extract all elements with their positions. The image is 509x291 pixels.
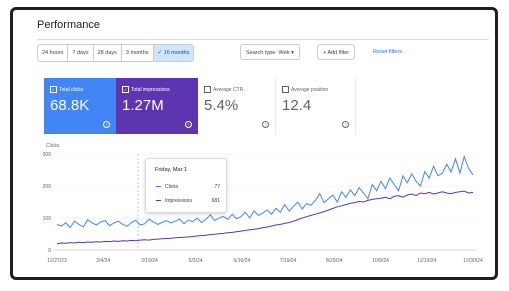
range-3-months[interactable]: 3 months [122, 45, 154, 61]
x-tick-label: 2/4/24 [96, 258, 110, 264]
x-tick-label: 5/3/24 [189, 258, 203, 264]
metric-value: 68.8K [50, 97, 90, 114]
series-line-clicks [56, 154, 474, 229]
x-tick-label: 8/29/24 [326, 258, 343, 264]
range-16-months[interactable]: ✓ 16 months [153, 45, 194, 61]
search-type-dropdown[interactable]: Search type: Web ▾ [240, 44, 300, 60]
checkbox-unchecked-icon [204, 86, 211, 93]
metric-label: Average CTR [213, 86, 244, 93]
x-tick-label: 6/16/24 [234, 258, 251, 264]
metric-value: 5.4% [204, 97, 239, 114]
performance-chart[interactable]: Clicks 300 200 100 0 12/27/23 2/4/24 3/19/24 5/3… [13, 136, 495, 276]
tooltip-date: Friday, Mar 1 [155, 167, 187, 173]
metric-value: 1.27M [122, 97, 164, 114]
tooltip-clicks-label: Clicks [165, 184, 179, 190]
metric-card-total-impressions[interactable]: ✓ Total impressions 1.27M ? [116, 78, 198, 134]
metric-label-row: ✓ Total clicks [50, 86, 83, 93]
y-tick-label: 100 [43, 216, 52, 222]
help-icon[interactable]: ? [185, 121, 192, 128]
range-24-hours[interactable]: 24 hours [38, 45, 69, 61]
clicks-legend-icon [156, 186, 161, 188]
metric-card-average-position[interactable]: Average position 12.4 ? [276, 78, 356, 134]
x-tick-label: 3/19/24 [141, 258, 158, 264]
y-tick-label: 0 [48, 248, 51, 254]
x-tick-label: 10/9/24 [372, 258, 389, 264]
checkbox-checked-icon: ✓ [122, 86, 129, 93]
range-16-months-label: 16 months [163, 50, 190, 56]
tooltip-clicks-value: 77 [214, 184, 220, 190]
add-filter-button[interactable]: + Add filter [317, 44, 356, 60]
range-28-days[interactable]: 28 days [94, 45, 122, 61]
tooltip-impressions-value: 681 [211, 198, 220, 204]
reset-filters-link[interactable]: Reset filters [373, 44, 402, 60]
chart-tooltip: Friday, Mar 1 Clicks 77 Impressions 681 [145, 158, 227, 213]
date-range-selector: 24 hours 7 days 28 days 3 months ✓ 16 mo… [37, 44, 195, 62]
impressions-legend-icon [156, 200, 161, 202]
screenshot-frame: Performance 24 hours 7 days 28 days 3 mo… [10, 7, 498, 280]
x-tick-label: 12/30/24 [463, 258, 483, 264]
series-line-impressions [56, 190, 474, 245]
x-tick-label: 12/27/23 [47, 258, 67, 264]
metric-label: Average position [291, 86, 329, 93]
x-tick-label: 11/19/24 [417, 258, 436, 264]
help-icon[interactable]: ? [342, 121, 349, 128]
page-title: Performance [37, 19, 100, 31]
header-divider [37, 39, 489, 40]
y-tick-label: 200 [43, 184, 52, 190]
metric-label: Total clicks [59, 86, 84, 93]
dropdown-arrow-icon: ▾ [291, 50, 294, 56]
metric-card-total-clicks[interactable]: ✓ Total clicks 68.8K ? [44, 78, 116, 134]
checkbox-checked-icon: ✓ [50, 86, 57, 93]
performance-panel: Performance 24 hours 7 days 28 days 3 mo… [13, 10, 495, 277]
x-tick-label: 7/19/24 [280, 258, 297, 264]
tooltip-row-impressions: Impressions 681 [156, 198, 220, 204]
metric-label-row: ✓ Total impressions [122, 86, 170, 93]
metric-label-row: Average CTR [204, 86, 243, 93]
help-icon[interactable]: ? [262, 121, 269, 128]
y-tick-label: 300 [43, 152, 52, 158]
tooltip-impressions-label: Impressions [165, 198, 192, 204]
tooltip-row-clicks: Clicks 77 [156, 184, 220, 190]
metric-value: 12.4 [282, 97, 312, 114]
metric-label: Total impressions [131, 86, 170, 93]
chart-svg: Clicks 300 200 100 0 12/27/23 2/4/24 3/19/24 5/3… [43, 143, 483, 264]
search-type-label: Search type: Web [246, 50, 290, 56]
metric-card-average-ctr[interactable]: Average CTR 5.4% ? [198, 78, 276, 134]
metric-label-row: Average position [282, 86, 328, 93]
range-7-days[interactable]: 7 days [68, 45, 94, 61]
add-filter-label: Add filter [327, 50, 350, 56]
checkbox-unchecked-icon [282, 86, 289, 93]
y-axis-title: Clicks [46, 143, 60, 149]
help-icon[interactable]: ? [103, 121, 110, 128]
